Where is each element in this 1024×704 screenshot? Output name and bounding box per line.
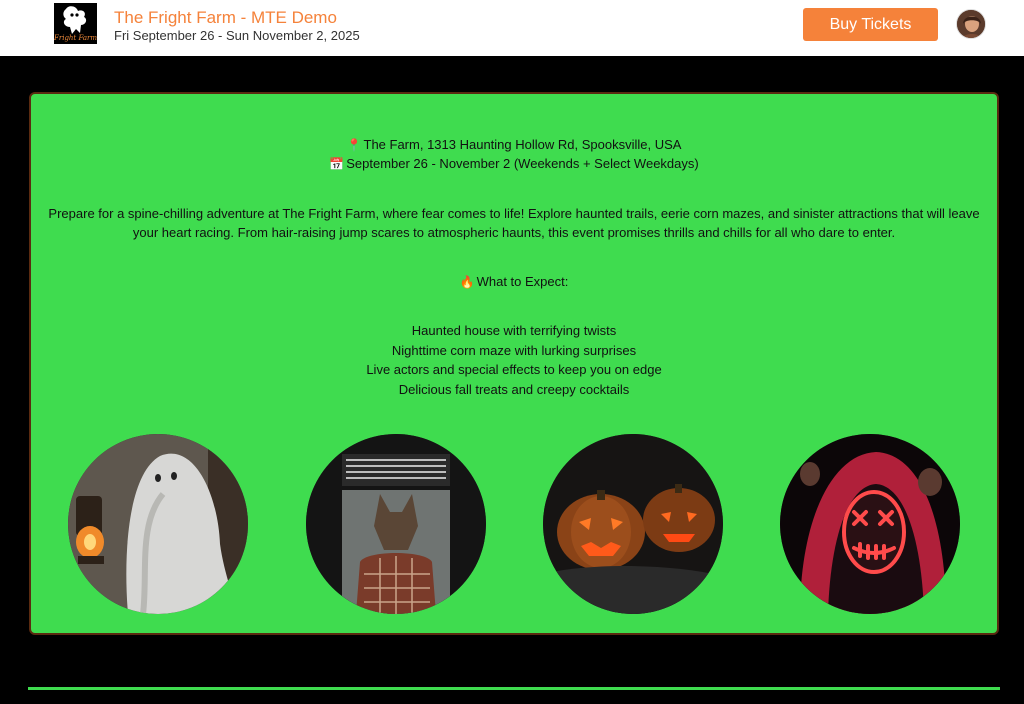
list-item: Nighttime corn maze with lurking surpris… (391, 343, 637, 358)
schedule-line: 📅 September 26 - November 2 (Weekends + S… (31, 156, 997, 171)
location-line: 📍 The Farm, 1313 Haunting Hollow Rd, Spoo… (31, 137, 997, 152)
buy-tickets-button[interactable]: Buy Tickets (803, 8, 938, 41)
list-item: Live actors and special effects to keep … (366, 362, 662, 377)
event-details-panel: 📍 The Farm, 1313 Haunting Hollow Rd, Spoo… (29, 92, 999, 635)
calendar-icon: 📅 (329, 157, 345, 171)
ghost-image-icon (68, 434, 248, 614)
fire-icon: 🔥 (459, 275, 475, 289)
expect-heading: What to Expect: (476, 274, 569, 289)
event-logo[interactable]: Fright Farm (54, 3, 97, 44)
location-pin-icon: 📍 (346, 138, 362, 152)
wolf-image-icon (306, 434, 486, 614)
jack-o-lanterns-photo (543, 434, 723, 614)
location-text: The Farm, 1313 Haunting Hollow Rd, Spook… (363, 137, 682, 152)
wolf-mask-photo (306, 434, 486, 614)
schedule-text: September 26 - November 2 (Weekends + Se… (346, 156, 699, 171)
avatar[interactable] (956, 9, 986, 39)
pumpkin-image-icon (543, 434, 723, 614)
ghost-lantern-photo (68, 434, 248, 614)
event-title[interactable]: The Fright Farm - MTE Demo (114, 8, 337, 28)
bottom-divider (28, 687, 1000, 690)
event-description: Prepare for a spine-chilling adventure a… (48, 206, 980, 240)
list-item: Delicious fall treats and creepy cocktai… (398, 382, 630, 397)
expect-heading-line: 🔥 What to Expect: (31, 274, 997, 289)
logo-text: Fright Farm (54, 34, 97, 42)
user-photo-icon (957, 10, 985, 38)
neon-mask-image-icon (780, 434, 960, 614)
neon-mask-photo (780, 434, 960, 614)
top-bar: Fright Farm The Fright Farm - MTE Demo F… (0, 0, 1024, 56)
list-item: Haunted house with terrifying twists (411, 323, 617, 338)
event-dates: Fri September 26 - Sun November 2, 2025 (114, 28, 360, 43)
